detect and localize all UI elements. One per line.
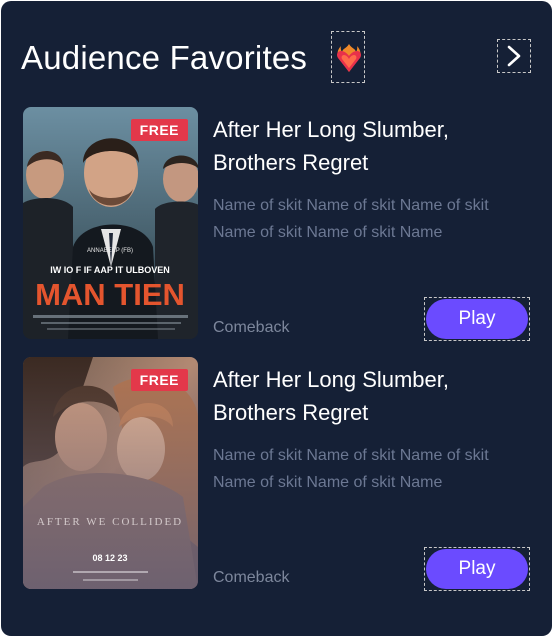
poster-main-title: AFTER WE COLLIDED xyxy=(37,516,183,528)
free-badge: FREE xyxy=(130,369,188,391)
free-badge: FREE xyxy=(130,119,188,141)
item-description: Name of skit Name of skit Name of skit N… xyxy=(213,197,489,241)
poster-image[interactable]: AFTER WE COLLIDED 08 12 23 FREE xyxy=(23,357,198,589)
list-item: ANNABEEP (FB) IW IO F IF AAP IT ULBOVEN … xyxy=(23,107,533,341)
audience-favorites-panel: Audience Favorites ANNABEEP (FB) IW IO F… xyxy=(1,1,552,636)
poster-top-text: ANNABEEP (FB) xyxy=(87,248,133,254)
poster-main-title: MAN TIEN xyxy=(35,277,185,312)
item-category: Comeback xyxy=(213,319,290,336)
item-title[interactable]: After Her Long Slumber, Brothers Regret xyxy=(213,113,523,179)
section-header: Audience Favorites xyxy=(21,31,532,87)
poster-date: 08 12 23 xyxy=(92,553,127,563)
play-button[interactable]: Play xyxy=(424,297,530,341)
poster-image[interactable]: ANNABEEP (FB) IW IO F IF AAP IT ULBOVEN … xyxy=(23,107,198,339)
item-description: Name of skit Name of skit Name of skit N… xyxy=(213,447,489,491)
list-item: AFTER WE COLLIDED 08 12 23 FREE After He… xyxy=(23,357,533,591)
item-category: Comeback xyxy=(213,569,290,586)
play-button-label: Play xyxy=(426,549,528,589)
next-button[interactable] xyxy=(497,39,531,73)
chevron-right-icon xyxy=(507,45,521,67)
section-title: Audience Favorites xyxy=(21,39,308,76)
play-button-label: Play xyxy=(426,299,528,339)
heart-on-fire-icon xyxy=(331,31,365,83)
item-title[interactable]: After Her Long Slumber, Brothers Regret xyxy=(213,363,523,429)
play-button[interactable]: Play xyxy=(424,547,530,591)
poster-subtitle: IW IO F IF AAP IT ULBOVEN xyxy=(50,265,170,275)
